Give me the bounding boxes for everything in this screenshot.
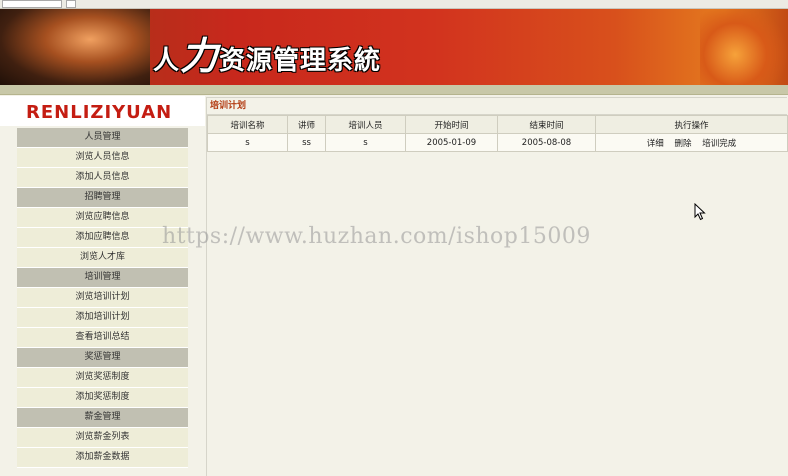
cell-start-date: 2005-01-09 [405, 133, 498, 152]
column-header: 培训名称 [207, 115, 288, 134]
logo-text: RENLIZIYUAN [26, 102, 173, 123]
menu-item-browse-training-plan[interactable]: 浏览培训计划 [17, 288, 188, 308]
menu-item-browse-staff[interactable]: 浏览人员信息 [17, 148, 188, 168]
cell-trainee: s [325, 133, 406, 152]
table-header-row: 培训名称 讲师 培训人员 开始时间 结束时间 执行操作 [207, 115, 788, 134]
delete-link[interactable]: 删除 [674, 139, 691, 149]
menu-item-talent-pool[interactable]: 浏览人才库 [17, 248, 188, 268]
menu-item-add-rewards[interactable]: 添加奖惩制度 [17, 388, 188, 408]
banner-photo [0, 9, 150, 85]
mouse-cursor-icon [694, 203, 706, 221]
menu-group-header: 人员管理 [17, 128, 188, 148]
detail-link[interactable]: 详细 [647, 139, 664, 149]
header-banner: 人力资源管理系統 [0, 9, 788, 85]
column-header: 开始时间 [405, 115, 498, 134]
menu-item-browse-salary[interactable]: 浏览薪金列表 [17, 428, 188, 448]
column-header: 讲师 [287, 115, 326, 134]
cell-actions: 详细 删除 培训完成 [595, 133, 788, 152]
sidebar-menu: 人员管理 浏览人员信息 添加人员信息 招聘管理 浏览应聘信息 添加应聘信息 浏览… [17, 128, 188, 468]
title-big-char: 力 [180, 33, 220, 78]
training-plan-table: 培训名称 讲师 培训人员 开始时间 结束时间 执行操作 s ss s 2005-… [207, 115, 788, 152]
main-content: 培训计划 培训名称 讲师 培训人员 开始时间 结束时间 执行操作 s ss s … [206, 97, 788, 476]
column-header: 执行操作 [595, 115, 788, 134]
browser-top-strip [0, 0, 788, 9]
menu-group-header: 奖惩管理 [17, 348, 188, 368]
menu-item-view-training-summary[interactable]: 查看培训总结 [17, 328, 188, 348]
logo-area: RENLIZIYUAN [0, 96, 205, 126]
banner-glow [700, 9, 788, 85]
page-title: 培训计划 [207, 98, 787, 115]
menu-item-add-salary[interactable]: 添加薪金数据 [17, 448, 188, 468]
column-header: 培训人员 [325, 115, 406, 134]
menu-group-header: 培训管理 [17, 268, 188, 288]
menu-group-header: 薪金管理 [17, 408, 188, 428]
title-prefix: 人 [153, 46, 181, 76]
menu-item-add-staff[interactable]: 添加人员信息 [17, 168, 188, 188]
menu-item-browse-rewards[interactable]: 浏览奖惩制度 [17, 368, 188, 388]
menu-item-add-training-plan[interactable]: 添加培训计划 [17, 308, 188, 328]
menu-group-header: 招聘管理 [17, 188, 188, 208]
browser-dropdown-fragment [66, 0, 76, 8]
cell-end-date: 2005-08-08 [497, 133, 596, 152]
table-row: s ss s 2005-01-09 2005-08-08 详细 删除 培训完成 [207, 133, 788, 152]
training-complete-link[interactable]: 培训完成 [702, 139, 736, 149]
column-header: 结束时间 [497, 115, 596, 134]
watermark-text: https://www.huzhan.com/ishop15009 [162, 224, 591, 249]
system-title: 人力资源管理系統 [153, 25, 381, 80]
cell-teacher: ss [287, 133, 326, 152]
cell-training-name: s [207, 133, 288, 152]
browser-address-fragment [2, 0, 62, 8]
title-rest: 资源管理系統 [219, 46, 382, 76]
header-divider-bar [0, 85, 788, 95]
